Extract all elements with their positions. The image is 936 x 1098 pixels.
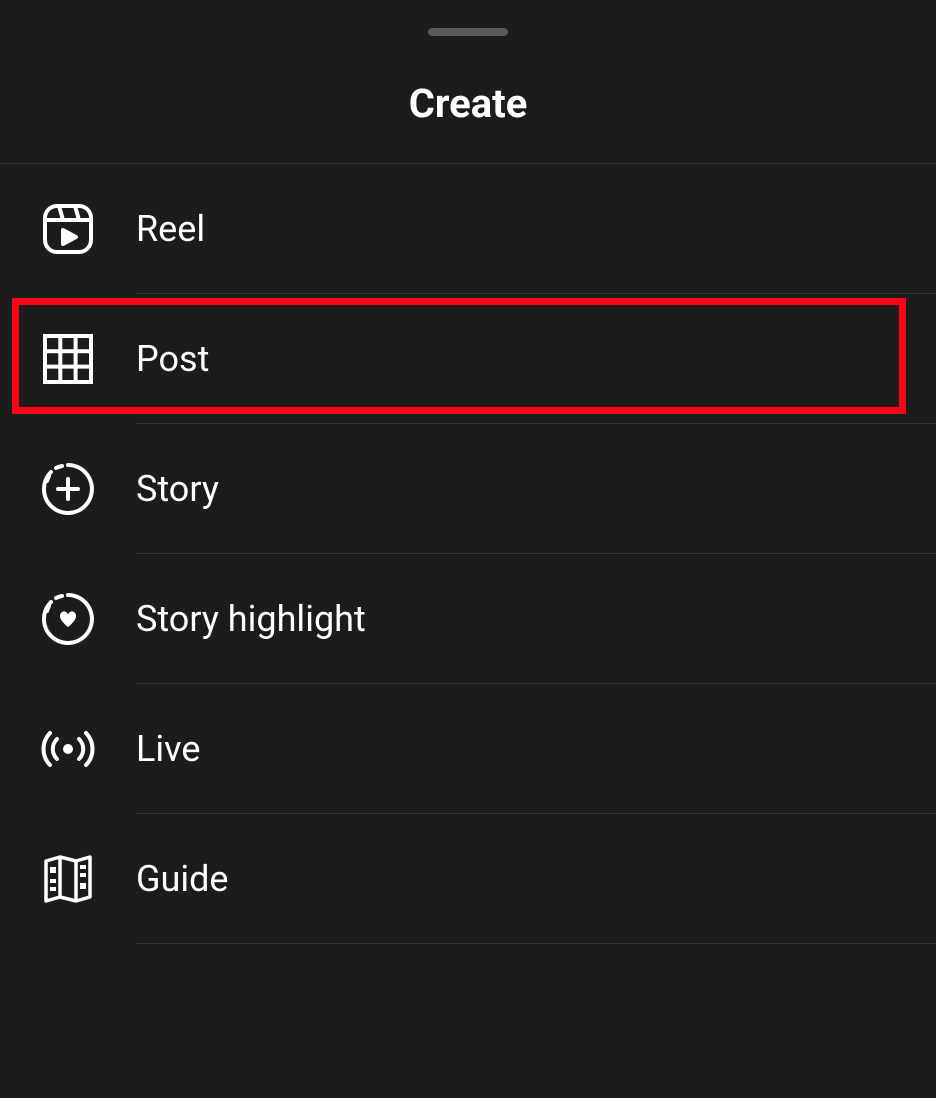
- grid-icon: [40, 331, 96, 387]
- menu-item-story[interactable]: Story: [0, 424, 936, 554]
- guide-icon: [40, 851, 96, 907]
- menu-item-post[interactable]: Post: [0, 294, 936, 424]
- live-icon: [40, 721, 96, 777]
- menu-item-label: Story highlight: [136, 598, 366, 640]
- menu-item-label: Live: [136, 728, 200, 770]
- story-heart-icon: [40, 591, 96, 647]
- create-sheet: Create Reel: [0, 0, 936, 1098]
- create-menu-list: Reel Post: [0, 164, 936, 944]
- reel-icon: [40, 201, 96, 257]
- sheet-header: Create: [0, 0, 936, 164]
- menu-item-label: Guide: [136, 858, 229, 900]
- menu-item-label: Post: [136, 338, 209, 380]
- drag-handle[interactable]: [428, 28, 508, 36]
- sheet-title: Create: [0, 80, 936, 127]
- story-plus-icon: [40, 461, 96, 517]
- menu-item-story-highlight[interactable]: Story highlight: [0, 554, 936, 684]
- menu-item-reel[interactable]: Reel: [0, 164, 936, 294]
- menu-item-guide[interactable]: Guide: [0, 814, 936, 944]
- menu-item-live[interactable]: Live: [0, 684, 936, 814]
- menu-item-label: Reel: [136, 208, 205, 250]
- menu-item-label: Story: [136, 468, 219, 510]
